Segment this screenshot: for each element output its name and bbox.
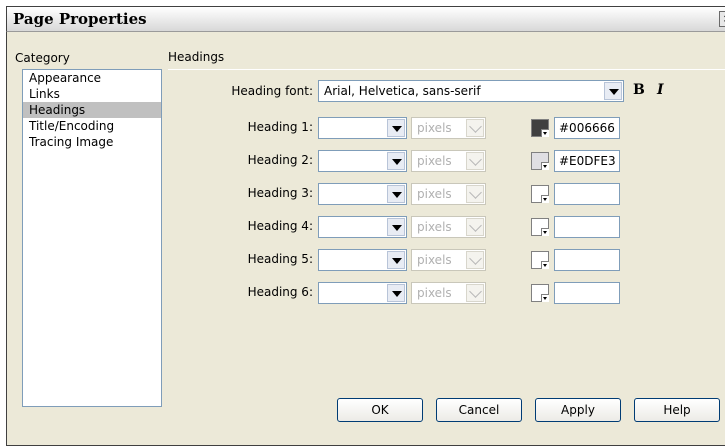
category-item-headings[interactable]: Headings xyxy=(23,102,161,118)
heading-1-unit-select: pixels xyxy=(411,117,486,139)
heading-3-size-select[interactable] xyxy=(318,183,407,205)
heading-6-unit-value: pixels xyxy=(417,286,452,300)
title-bar: Page Properties × xyxy=(6,6,725,32)
heading-4-size-select[interactable] xyxy=(318,216,407,238)
heading-1-unit-value: pixels xyxy=(417,121,452,135)
chevron-down-icon xyxy=(543,231,547,234)
heading-6-unit-select: pixels xyxy=(411,282,486,304)
chevron-down-icon xyxy=(466,185,484,203)
heading-3-label: Heading 3: xyxy=(247,186,313,200)
chevron-down-icon xyxy=(543,297,547,300)
heading-2-label: Heading 2: xyxy=(247,153,313,167)
apply-button[interactable]: Apply xyxy=(535,398,621,422)
heading-4-unit-select: pixels xyxy=(411,216,486,238)
category-header: Category xyxy=(15,51,70,65)
heading-3-unit-select: pixels xyxy=(411,183,486,205)
cancel-button[interactable]: Cancel xyxy=(436,398,522,422)
chevron-down-icon xyxy=(466,284,484,302)
category-list[interactable]: Appearance Links Headings Title/Encoding… xyxy=(22,69,162,407)
heading-2-unit-select: pixels xyxy=(411,150,486,172)
chevron-down-icon xyxy=(543,264,547,267)
heading-6-size-select[interactable] xyxy=(318,282,407,304)
section-divider xyxy=(168,69,725,70)
heading-2-color-field[interactable]: #E0DFE3 xyxy=(554,150,620,172)
heading-1-color-field[interactable]: #006666 xyxy=(554,117,620,139)
heading-2-color-swatch[interactable] xyxy=(531,152,549,170)
chevron-down-icon xyxy=(466,251,484,269)
category-item-links[interactable]: Links xyxy=(23,86,161,102)
heading-5-color-swatch[interactable] xyxy=(531,251,549,269)
chevron-down-icon xyxy=(543,198,547,201)
window-title: Page Properties xyxy=(13,10,147,28)
chevron-down-icon[interactable] xyxy=(604,82,622,100)
heading-2-unit-value: pixels xyxy=(417,154,452,168)
chevron-down-icon xyxy=(466,152,484,170)
heading-6-color-field[interactable] xyxy=(554,282,620,304)
chevron-down-icon[interactable] xyxy=(387,218,405,236)
heading-4-color-swatch[interactable] xyxy=(531,218,549,236)
heading-6-label: Heading 6: xyxy=(247,285,313,299)
heading-3-color-swatch[interactable] xyxy=(531,185,549,203)
heading-1-size-select[interactable] xyxy=(318,117,407,139)
chevron-down-icon[interactable] xyxy=(387,251,405,269)
chevron-down-icon[interactable] xyxy=(387,152,405,170)
category-item-tracing-image[interactable]: Tracing Image xyxy=(23,134,161,150)
chevron-down-icon[interactable] xyxy=(387,119,405,137)
heading-1-color-swatch[interactable] xyxy=(531,119,549,137)
heading-font-label: Heading font: xyxy=(231,84,313,98)
category-item-appearance[interactable]: Appearance xyxy=(23,70,161,86)
ok-button[interactable]: OK xyxy=(337,398,423,422)
help-button[interactable]: Help xyxy=(634,398,720,422)
heading-font-select[interactable]: Arial, Helvetica, sans-serif xyxy=(318,80,624,102)
heading-5-unit-select: pixels xyxy=(411,249,486,271)
heading-4-unit-value: pixels xyxy=(417,220,452,234)
heading-3-color-field[interactable] xyxy=(554,183,620,205)
heading-5-unit-value: pixels xyxy=(417,253,452,267)
heading-3-unit-value: pixels xyxy=(417,187,452,201)
italic-button[interactable]: I xyxy=(657,82,664,98)
category-item-title-encoding[interactable]: Title/Encoding xyxy=(23,118,161,134)
chevron-down-icon xyxy=(466,119,484,137)
heading-5-size-select[interactable] xyxy=(318,249,407,271)
chevron-down-icon[interactable] xyxy=(387,185,405,203)
chevron-down-icon xyxy=(543,165,547,168)
bold-button[interactable]: B xyxy=(633,82,645,98)
heading-1-label: Heading 1: xyxy=(247,120,313,134)
heading-4-color-field[interactable] xyxy=(554,216,620,238)
heading-5-label: Heading 5: xyxy=(247,252,313,266)
heading-4-label: Heading 4: xyxy=(247,219,313,233)
heading-6-color-swatch[interactable] xyxy=(531,284,549,302)
chevron-down-icon[interactable] xyxy=(387,284,405,302)
close-icon[interactable]: × xyxy=(719,11,725,27)
heading-5-color-field[interactable] xyxy=(554,249,620,271)
chevron-down-icon xyxy=(466,218,484,236)
chevron-down-icon xyxy=(543,132,547,135)
section-title: Headings xyxy=(168,50,225,64)
heading-2-size-select[interactable] xyxy=(318,150,407,172)
heading-font-value: Arial, Helvetica, sans-serif xyxy=(324,84,481,98)
